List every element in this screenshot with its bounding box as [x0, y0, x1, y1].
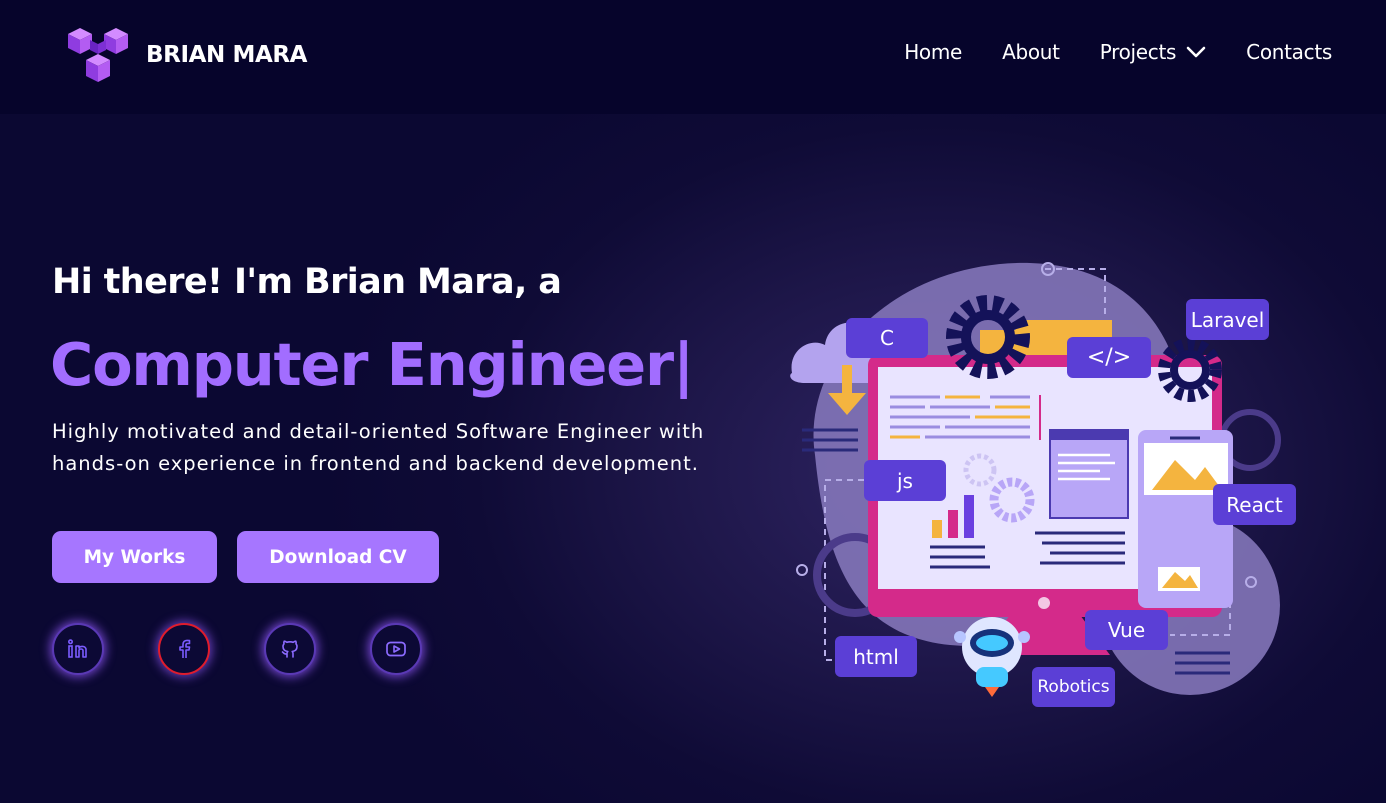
hero-description: Highly motivated and detail-oriented Sof… [52, 420, 705, 475]
tag-c: C [846, 318, 928, 358]
tag-code: </> [1067, 337, 1151, 378]
tag-js: js [864, 460, 946, 501]
tag-vue: Vue [1085, 610, 1168, 650]
hero-role: Computer Engineer| [50, 330, 695, 399]
brand-name: BRIAN MARA [146, 42, 308, 68]
nav-contacts[interactable]: Contacts [1246, 40, 1332, 64]
hero-intro: Hi there! I'm Brian Mara, a [52, 262, 562, 302]
tag-html: html [835, 636, 917, 677]
github-icon [281, 640, 298, 658]
hero-illustration: C </> Laravel js React Vue html Robotics [780, 255, 1310, 715]
tag-robotics: Robotics [1032, 667, 1115, 707]
linkedin-link[interactable] [52, 623, 104, 675]
youtube-icon [386, 641, 406, 657]
nav-about[interactable]: About [1002, 40, 1060, 64]
main-nav: Home About Projects Contacts [904, 40, 1332, 64]
github-link[interactable] [264, 623, 316, 675]
social-links [52, 623, 422, 675]
nav-projects-dropdown[interactable]: Projects [1100, 40, 1206, 64]
typing-cursor: | [672, 330, 695, 399]
youtube-link[interactable] [370, 623, 422, 675]
hero-role-text: Computer Engineer [50, 330, 674, 399]
chevron-down-icon [1186, 46, 1206, 58]
nav-projects-label: Projects [1099, 40, 1177, 64]
page: BRIAN MARA Home About Projects Contacts … [0, 0, 1386, 803]
brand[interactable]: BRIAN MARA [66, 24, 307, 86]
site-header: BRIAN MARA Home About Projects Contacts [0, 0, 1386, 114]
facebook-link[interactable] [158, 623, 210, 675]
my-works-button[interactable]: My Works [52, 531, 217, 583]
cube-logo-icon [68, 28, 128, 82]
nav-home[interactable]: Home [904, 40, 962, 64]
tag-react: React [1213, 484, 1296, 525]
download-cv-button[interactable]: Download CV [237, 531, 439, 583]
facebook-icon [179, 639, 191, 658]
tag-laravel: Laravel [1186, 299, 1269, 340]
linkedin-icon [67, 639, 87, 658]
